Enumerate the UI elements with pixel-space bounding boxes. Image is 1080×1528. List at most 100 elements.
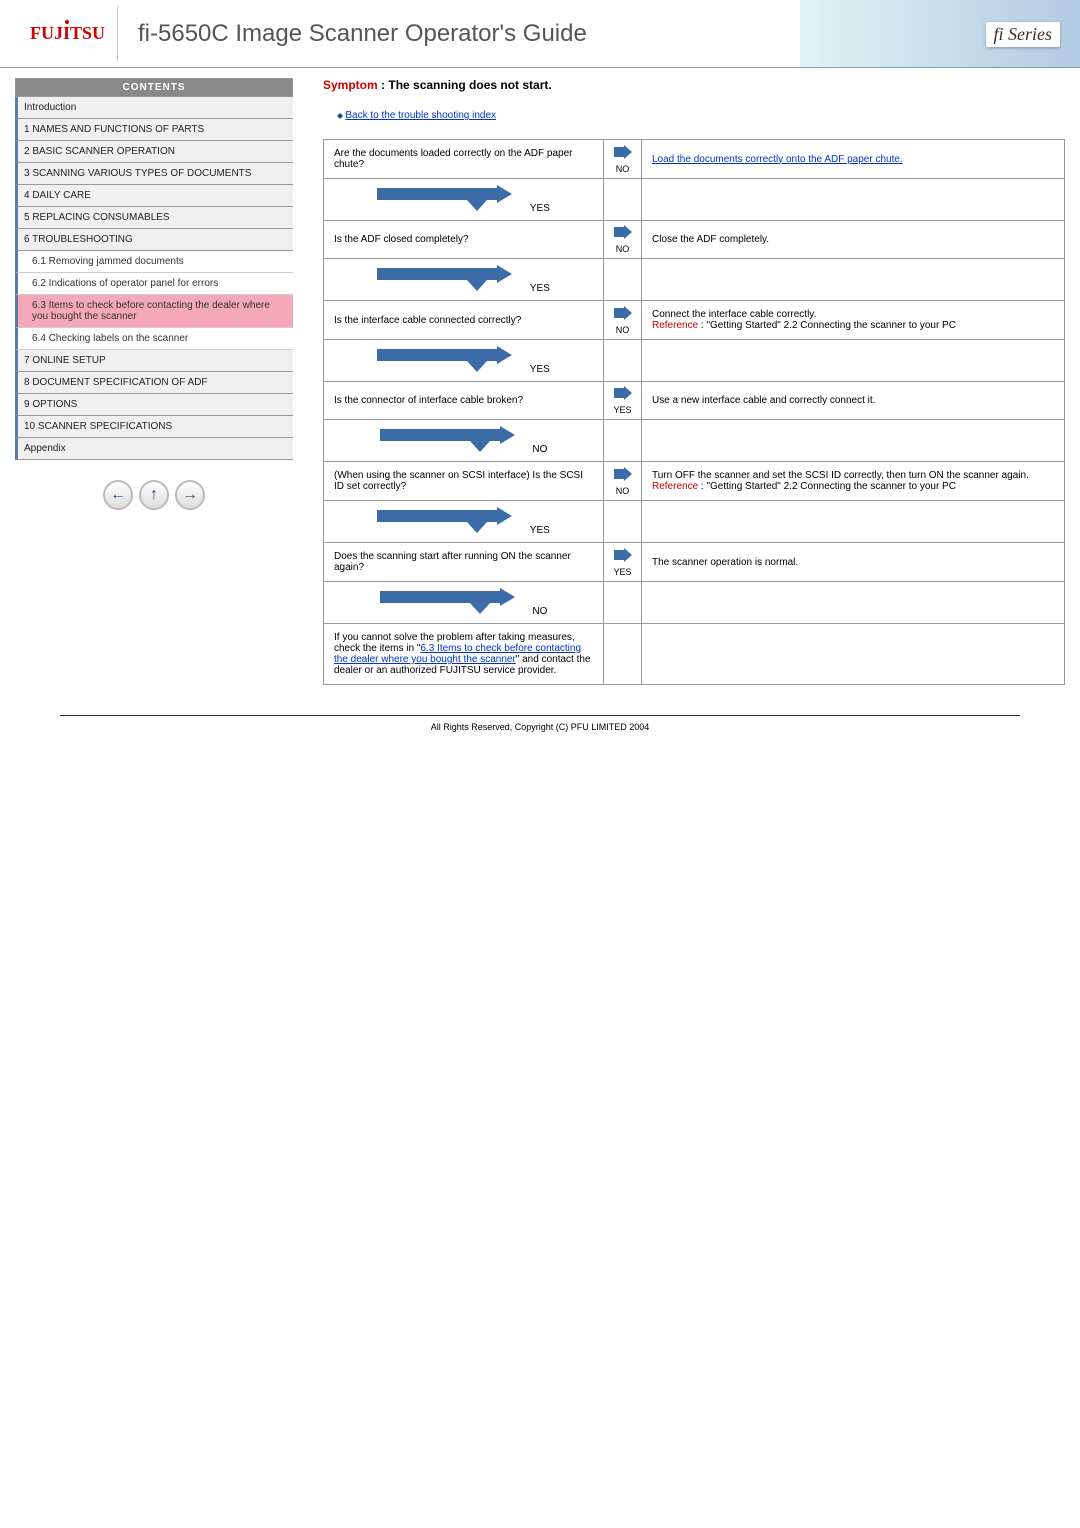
arrow-down-icon: [377, 185, 527, 211]
toc-item[interactable]: Appendix: [15, 438, 293, 460]
toc-sub-item[interactable]: 6.1 Removing jammed documents: [15, 251, 293, 273]
branch-label: NO: [608, 486, 637, 496]
page-header: FUJITSU fi-5650C Image Scanner Operator'…: [0, 0, 1080, 68]
branch-label: NO: [608, 164, 637, 174]
arrow-right-icon: [614, 306, 632, 320]
flow-action: Turn OFF the scanner and set the SCSI ID…: [642, 462, 1065, 501]
arrow-right-icon: [614, 467, 632, 481]
toc-item[interactable]: Introduction: [15, 97, 293, 119]
flow-question: (When using the scanner on SCSI interfac…: [324, 462, 604, 501]
toc-item[interactable]: 10 SCANNER SPECIFICATIONS: [15, 416, 293, 438]
toc-item[interactable]: 9 OPTIONS: [15, 394, 293, 416]
flow-branch-cell: NO: [604, 140, 642, 179]
empty-cell: [642, 501, 1065, 543]
troubleshoot-flow-table: Are the documents loaded correctly on th…: [323, 139, 1065, 685]
flow-question: Are the documents loaded correctly on th…: [324, 140, 604, 179]
toc-item[interactable]: 2 BASIC SCANNER OPERATION: [15, 141, 293, 163]
empty-cell: [604, 624, 642, 685]
empty-cell: [604, 582, 642, 624]
empty-cell: [604, 501, 642, 543]
branch-label: YES: [608, 567, 637, 577]
toc-item[interactable]: 5 REPLACING CONSUMABLES: [15, 207, 293, 229]
flow-down-cell: NO: [324, 420, 604, 462]
flow-down-cell: YES: [324, 501, 604, 543]
toc-sub-item[interactable]: 6.4 Checking labels on the scanner: [15, 328, 293, 350]
empty-cell: [642, 624, 1065, 685]
flow-down-cell: YES: [324, 340, 604, 382]
nav-buttons: ← ↑ →: [15, 460, 293, 530]
flow-down-cell: NO: [324, 582, 604, 624]
arrow-down-icon: [377, 346, 527, 372]
arrow-right-icon: [614, 548, 632, 562]
page-title: fi-5650C Image Scanner Operator's Guide: [138, 20, 587, 48]
symptom-label: Symptom: [323, 78, 378, 92]
reference-label: Reference: [652, 320, 698, 331]
toc-item[interactable]: 3 SCANNING VARIOUS TYPES OF DOCUMENTS: [15, 163, 293, 185]
empty-cell: [604, 259, 642, 301]
action-text: Turn OFF the scanner and set the SCSI ID…: [652, 470, 1029, 481]
empty-cell: [642, 582, 1065, 624]
sidebar: CONTENTS Introduction1 NAMES AND FUNCTIO…: [15, 78, 293, 685]
flow-down-cell: YES: [324, 259, 604, 301]
action-link[interactable]: Load the documents correctly onto the AD…: [652, 154, 903, 165]
empty-cell: [604, 179, 642, 221]
arrow-down-icon: [380, 588, 530, 614]
logo-text: FUJITSU: [30, 23, 105, 44]
down-label: NO: [532, 606, 547, 617]
symptom-heading: Symptom : The scanning does not start.: [323, 78, 1065, 92]
action-text: The scanner operation is normal.: [652, 557, 798, 568]
flow-action: Connect the interface cable correctly.Re…: [642, 301, 1065, 340]
empty-cell: [642, 179, 1065, 221]
flow-down-cell: YES: [324, 179, 604, 221]
toc-item[interactable]: 7 ONLINE SETUP: [15, 350, 293, 372]
action-text: Use a new interface cable and correctly …: [652, 395, 875, 406]
branch-label: NO: [608, 244, 637, 254]
down-label: YES: [530, 203, 550, 214]
arrow-down-icon: [377, 265, 527, 291]
arrow-down-icon: [377, 507, 527, 533]
back-to-index-link[interactable]: Back to the trouble shooting index: [345, 110, 496, 121]
flow-action: Load the documents correctly onto the AD…: [642, 140, 1065, 179]
flow-final: If you cannot solve the problem after ta…: [324, 624, 604, 685]
flow-branch-cell: NO: [604, 301, 642, 340]
toc-item[interactable]: 6 TROUBLESHOOTING: [15, 229, 293, 251]
toc-sub-item[interactable]: 6.3 Items to check before contacting the…: [15, 295, 293, 328]
empty-cell: [642, 259, 1065, 301]
flow-branch-cell: NO: [604, 462, 642, 501]
reference-text: : "Getting Started" 2.2 Connecting the s…: [698, 320, 956, 331]
empty-cell: [604, 420, 642, 462]
empty-cell: [604, 340, 642, 382]
toc-item[interactable]: 4 DAILY CARE: [15, 185, 293, 207]
toc-sub-item[interactable]: 6.2 Indications of operator panel for er…: [15, 273, 293, 295]
reference-text: : "Getting Started" 2.2 Connecting the s…: [698, 481, 956, 492]
arrow-down-icon: [380, 426, 530, 452]
flow-question: Does the scanning start after running ON…: [324, 543, 604, 582]
flow-branch-cell: YES: [604, 543, 642, 582]
contents-header: CONTENTS: [15, 78, 293, 97]
flow-branch-cell: YES: [604, 382, 642, 420]
fujitsu-logo: FUJITSU: [18, 6, 118, 61]
empty-cell: [642, 420, 1065, 462]
flow-question: Is the interface cable connected correct…: [324, 301, 604, 340]
action-text: Connect the interface cable correctly.: [652, 309, 816, 320]
empty-cell: [642, 340, 1065, 382]
back-link-row: Back to the trouble shooting index: [337, 110, 1065, 121]
flow-action: Close the ADF completely.: [642, 221, 1065, 259]
branch-label: YES: [608, 405, 637, 415]
flow-branch-cell: NO: [604, 221, 642, 259]
nav-prev-button[interactable]: ←: [103, 480, 133, 510]
flow-action: Use a new interface cable and correctly …: [642, 382, 1065, 420]
copyright: All Rights Reserved, Copyright (C) PFU L…: [0, 716, 1080, 762]
nav-up-button[interactable]: ↑: [139, 480, 169, 510]
arrow-right-icon: [614, 225, 632, 239]
action-text: Close the ADF completely.: [652, 234, 769, 245]
flow-action: The scanner operation is normal.: [642, 543, 1065, 582]
nav-next-button[interactable]: →: [175, 480, 205, 510]
toc-item[interactable]: 1 NAMES AND FUNCTIONS OF PARTS: [15, 119, 293, 141]
toc-item[interactable]: 8 DOCUMENT SPECIFICATION OF ADF: [15, 372, 293, 394]
flow-question: Is the connector of interface cable brok…: [324, 382, 604, 420]
down-label: NO: [532, 444, 547, 455]
branch-label: NO: [608, 325, 637, 335]
series-badge: fi Series: [800, 0, 1080, 68]
main-content: Symptom : The scanning does not start. B…: [293, 78, 1065, 685]
